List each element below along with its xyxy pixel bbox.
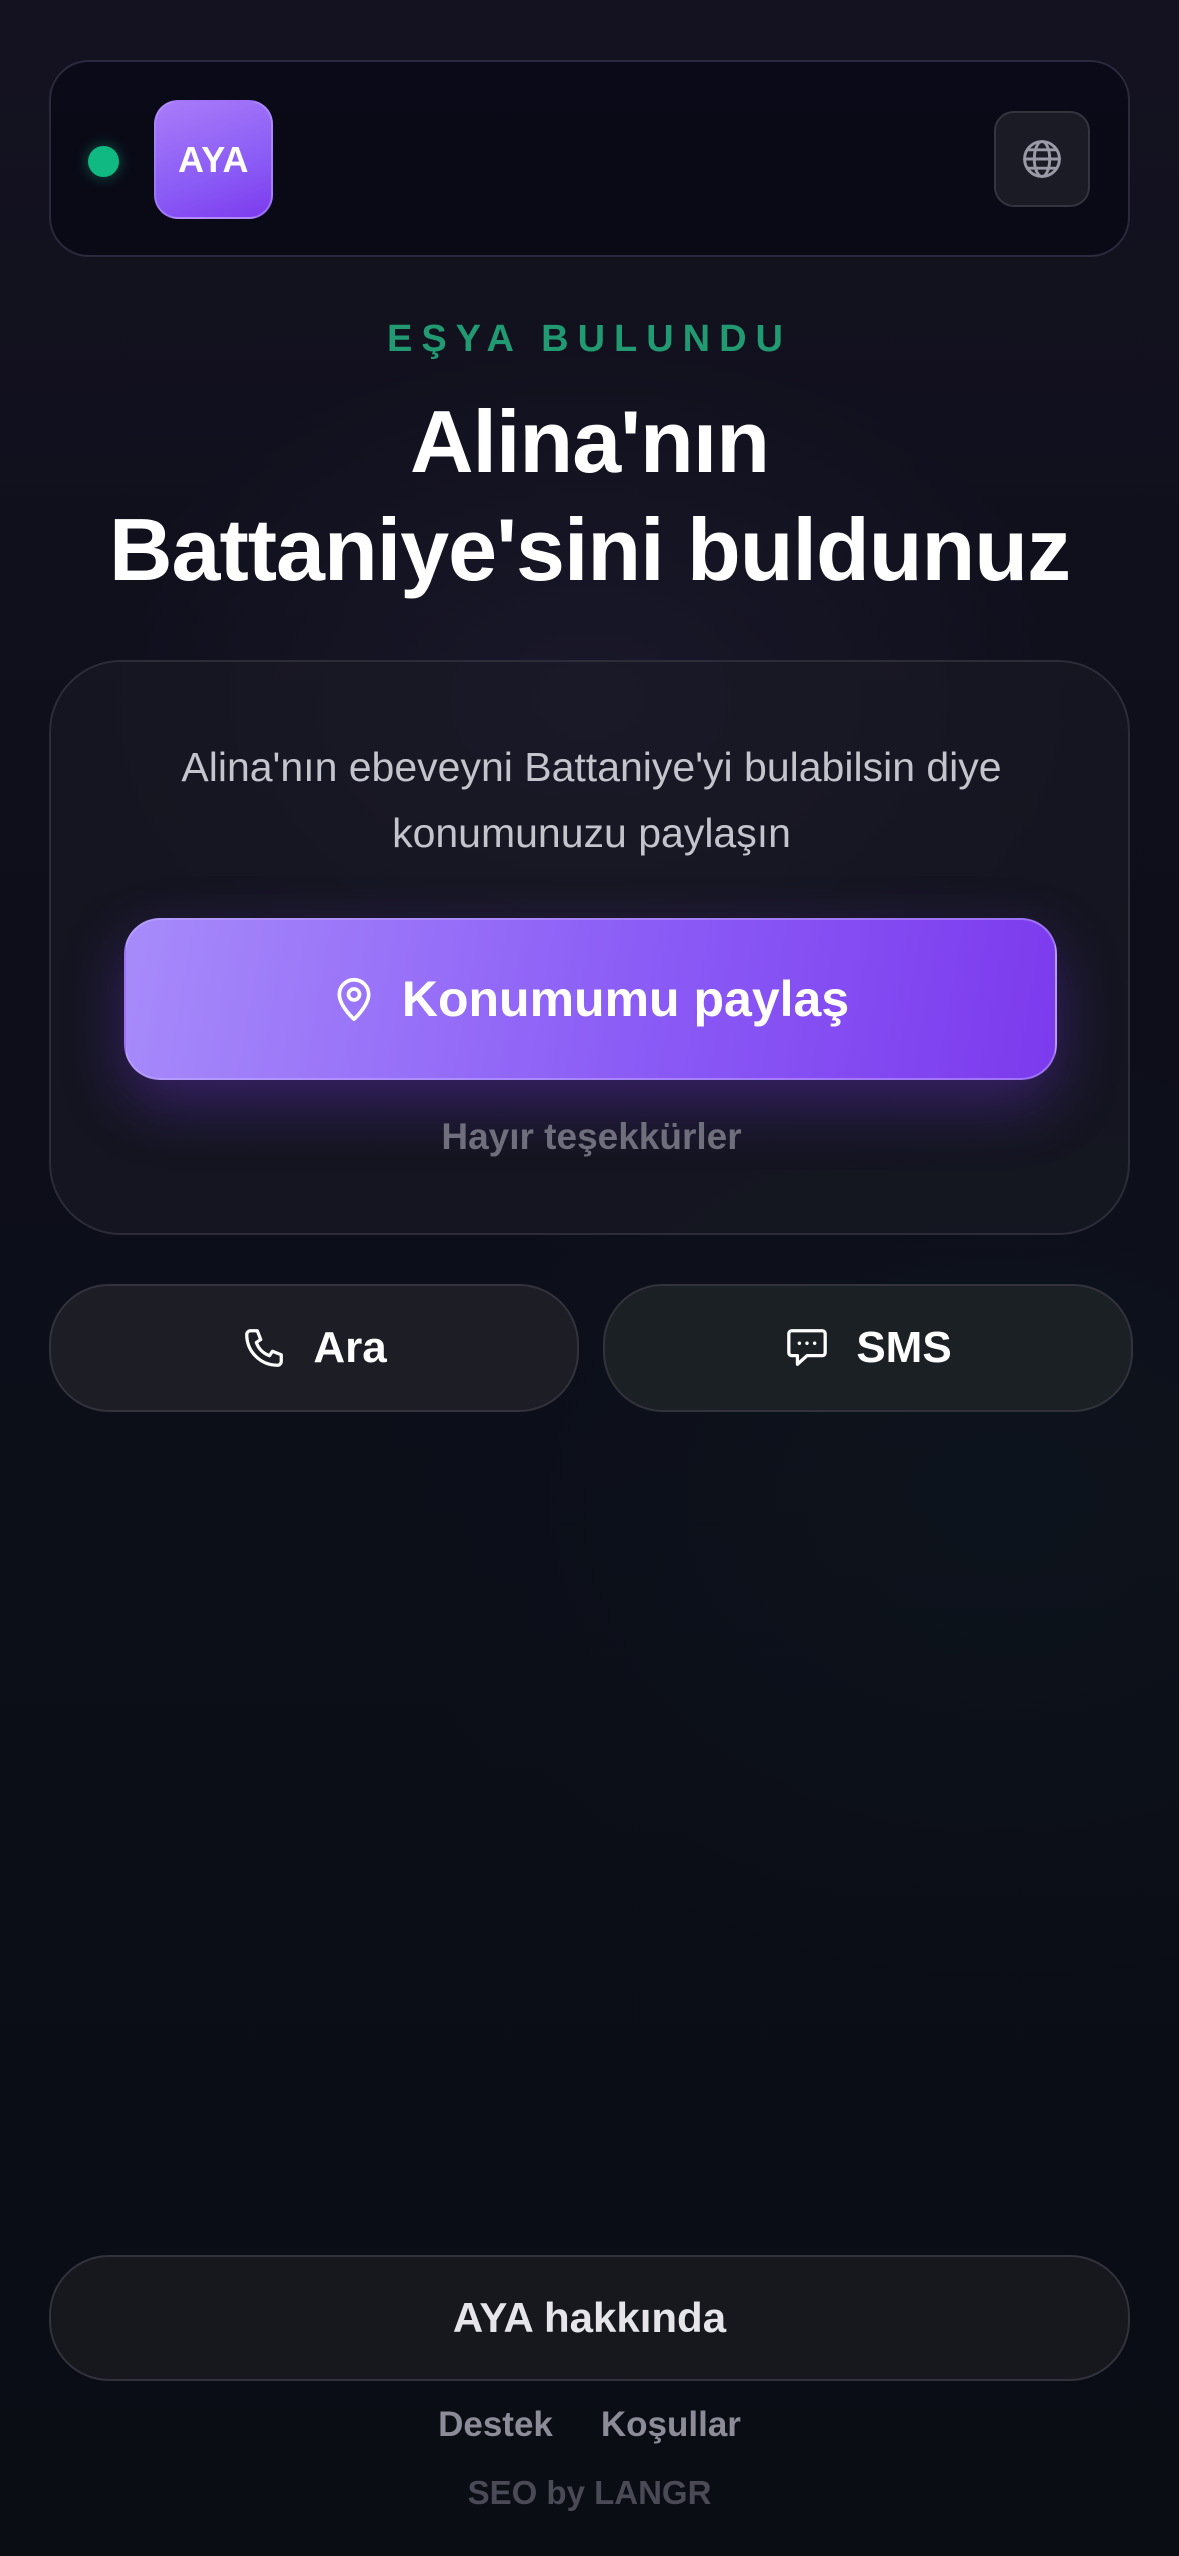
footer-links: Destek Koşullar: [0, 2405, 1179, 2445]
page-title-line-2: Battaniye'sini buldunuz: [108, 500, 1071, 599]
found-item-eyebrow: EŞYA BULUNDU: [386, 318, 792, 360]
share-location-button[interactable]: Konumumu paylaş: [124, 918, 1057, 1080]
support-link[interactable]: Destek: [438, 2405, 553, 2445]
page-title-line-1: Alina'nın: [409, 392, 770, 491]
about-label: AYA hakkında: [452, 2294, 727, 2341]
globe-icon: [1020, 137, 1064, 181]
terms-link[interactable]: Koşullar: [601, 2405, 741, 2445]
about-button[interactable]: AYA hakkında: [49, 2255, 1130, 2381]
sms-label: SMS: [856, 1323, 952, 1372]
message-icon: [784, 1326, 830, 1370]
call-button[interactable]: Ara: [49, 1284, 579, 1412]
page-title: Alina'nın Battaniye'sini buldunuz: [0, 388, 1179, 604]
share-location-description: Alina'nın ebeveyni Battaniye'yi bulabils…: [181, 744, 1002, 856]
share-location-label: Konumumu paylaş: [401, 971, 850, 1027]
footer-credit[interactable]: SEO by LANGR: [0, 2474, 1179, 2512]
status-indicator-dot: [88, 146, 119, 177]
location-pin-icon: [332, 975, 376, 1023]
app-logo[interactable]: AYA: [154, 100, 273, 219]
top-bar: AYA: [49, 60, 1130, 257]
decline-link[interactable]: Hayır teşekkürler: [51, 1116, 1132, 1158]
sms-button[interactable]: SMS: [603, 1284, 1133, 1412]
call-label: Ara: [313, 1323, 387, 1372]
language-button[interactable]: [994, 111, 1090, 207]
share-location-card: Alina'nın ebeveyni Battaniye'yi bulabils…: [49, 660, 1130, 1235]
logo-text: AYA: [178, 138, 249, 180]
phone-icon: [241, 1325, 287, 1371]
